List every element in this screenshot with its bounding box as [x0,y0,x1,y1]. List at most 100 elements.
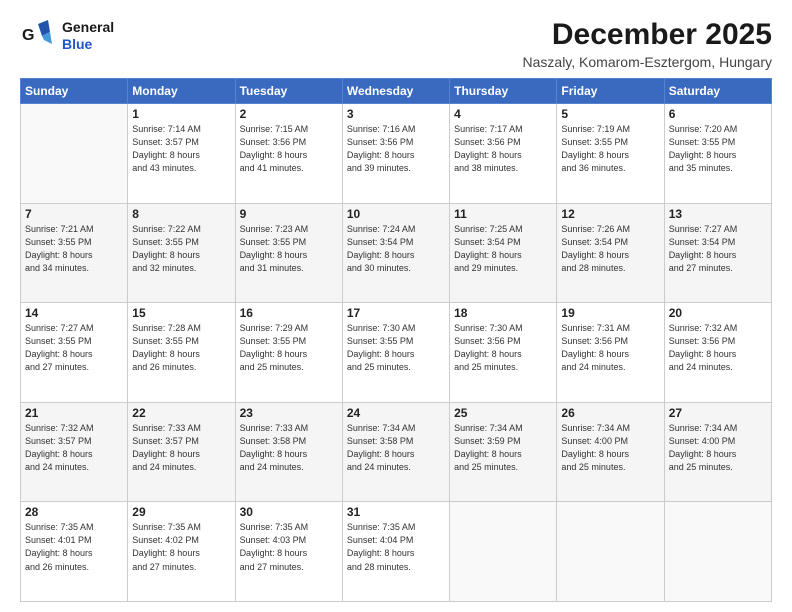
day-info: Sunrise: 7:24 AM Sunset: 3:54 PM Dayligh… [347,223,445,275]
day-cell: 19 Sunrise: 7:31 AM Sunset: 3:56 PM Dayli… [557,303,664,403]
day-number: 3 [347,107,445,121]
day-number: 15 [132,306,230,320]
day-number: 29 [132,505,230,519]
logo-icon: G [20,18,56,54]
col-header-saturday: Saturday [664,79,771,104]
calendar-table: SundayMondayTuesdayWednesdayThursdayFrid… [20,78,772,602]
day-number: 27 [669,406,767,420]
col-header-monday: Monday [128,79,235,104]
day-info: Sunrise: 7:31 AM Sunset: 3:56 PM Dayligh… [561,322,659,374]
day-number: 17 [347,306,445,320]
day-cell: 17Sunrise: 7:30 AM Sunset: 3:55 PM Dayli… [342,303,449,403]
col-header-friday: Friday [557,79,664,104]
day-info: Sunrise: 7:15 AM Sunset: 3:56 PM Dayligh… [240,123,338,175]
day-info: Sunrise: 7:35 AM Sunset: 4:01 PM Dayligh… [25,521,123,573]
day-number: 5 [561,107,659,121]
day-cell: 26 Sunrise: 7:34 AM Sunset: 4:00 PM Dayli… [557,402,664,502]
day-info: Sunrise: 7:32 AM Sunset: 3:56 PM Dayligh… [669,322,767,374]
day-cell: 15 Sunrise: 7:28 AM Sunset: 3:55 PM Dayli… [128,303,235,403]
day-cell: 1Sunrise: 7:14 AM Sunset: 3:57 PM Daylig… [128,104,235,204]
day-info: Sunrise: 7:33 AM Sunset: 3:57 PM Dayligh… [132,422,230,474]
main-title: December 2025 [523,18,772,52]
day-number: 9 [240,207,338,221]
day-cell: 3 Sunrise: 7:16 AM Sunset: 3:56 PM Daylig… [342,104,449,204]
day-number: 30 [240,505,338,519]
day-cell: 21Sunrise: 7:32 AM Sunset: 3:57 PM Dayli… [21,402,128,502]
day-cell: 23 Sunrise: 7:33 AM Sunset: 3:58 PM Dayli… [235,402,342,502]
day-number: 20 [669,306,767,320]
day-info: Sunrise: 7:28 AM Sunset: 3:55 PM Dayligh… [132,322,230,374]
day-info: Sunrise: 7:34 AM Sunset: 3:59 PM Dayligh… [454,422,552,474]
day-cell: 14Sunrise: 7:27 AM Sunset: 3:55 PM Dayli… [21,303,128,403]
day-cell: 5 Sunrise: 7:19 AM Sunset: 3:55 PM Daylig… [557,104,664,204]
day-info: Sunrise: 7:35 AM Sunset: 4:02 PM Dayligh… [132,521,230,573]
day-cell: 28 Sunrise: 7:35 AM Sunset: 4:01 PM Dayli… [21,502,128,602]
day-number: 22 [132,406,230,420]
day-cell: 27 Sunrise: 7:34 AM Sunset: 4:00 PM Dayli… [664,402,771,502]
day-number: 19 [561,306,659,320]
day-info: Sunrise: 7:19 AM Sunset: 3:55 PM Dayligh… [561,123,659,175]
day-info: Sunrise: 7:33 AM Sunset: 3:58 PM Dayligh… [240,422,338,474]
calendar-header-row: SundayMondayTuesdayWednesdayThursdayFrid… [21,79,772,104]
week-row-4: 28 Sunrise: 7:35 AM Sunset: 4:01 PM Dayli… [21,502,772,602]
header: G General Blue December 2025 Naszaly, Ko… [20,18,772,70]
day-info: Sunrise: 7:34 AM Sunset: 4:00 PM Dayligh… [561,422,659,474]
day-cell [664,502,771,602]
day-number: 16 [240,306,338,320]
day-number: 31 [347,505,445,519]
day-info: Sunrise: 7:30 AM Sunset: 3:56 PM Dayligh… [454,322,552,374]
day-cell: 29 Sunrise: 7:35 AM Sunset: 4:02 PM Dayli… [128,502,235,602]
day-number: 10 [347,207,445,221]
day-number: 4 [454,107,552,121]
day-info: Sunrise: 7:27 AM Sunset: 3:54 PM Dayligh… [669,223,767,275]
day-cell: 22 Sunrise: 7:33 AM Sunset: 3:57 PM Dayli… [128,402,235,502]
day-cell [450,502,557,602]
day-cell [21,104,128,204]
day-cell: 8Sunrise: 7:22 AM Sunset: 3:55 PM Daylig… [128,203,235,303]
logo-text: General Blue [62,19,114,53]
day-info: Sunrise: 7:25 AM Sunset: 3:54 PM Dayligh… [454,223,552,275]
day-cell: 6Sunrise: 7:20 AM Sunset: 3:55 PM Daylig… [664,104,771,204]
day-cell: 12Sunrise: 7:26 AM Sunset: 3:54 PM Dayli… [557,203,664,303]
week-row-2: 14Sunrise: 7:27 AM Sunset: 3:55 PM Dayli… [21,303,772,403]
day-cell: 25 Sunrise: 7:34 AM Sunset: 3:59 PM Dayli… [450,402,557,502]
logo: G General Blue [20,18,114,54]
day-number: 18 [454,306,552,320]
day-info: Sunrise: 7:16 AM Sunset: 3:56 PM Dayligh… [347,123,445,175]
logo-line2: Blue [62,36,114,53]
week-row-0: 1Sunrise: 7:14 AM Sunset: 3:57 PM Daylig… [21,104,772,204]
subtitle: Naszaly, Komarom-Esztergom, Hungary [523,54,772,70]
day-info: Sunrise: 7:32 AM Sunset: 3:57 PM Dayligh… [25,422,123,474]
day-number: 14 [25,306,123,320]
day-number: 25 [454,406,552,420]
day-cell: 4Sunrise: 7:17 AM Sunset: 3:56 PM Daylig… [450,104,557,204]
day-info: Sunrise: 7:35 AM Sunset: 4:03 PM Dayligh… [240,521,338,573]
day-number: 23 [240,406,338,420]
day-info: Sunrise: 7:23 AM Sunset: 3:55 PM Dayligh… [240,223,338,275]
day-cell: 13Sunrise: 7:27 AM Sunset: 3:54 PM Dayli… [664,203,771,303]
day-info: Sunrise: 7:35 AM Sunset: 4:04 PM Dayligh… [347,521,445,573]
svg-text:G: G [22,27,34,44]
day-number: 28 [25,505,123,519]
day-info: Sunrise: 7:34 AM Sunset: 3:58 PM Dayligh… [347,422,445,474]
day-cell: 7 Sunrise: 7:21 AM Sunset: 3:55 PM Daylig… [21,203,128,303]
day-cell: 20 Sunrise: 7:32 AM Sunset: 3:56 PM Dayli… [664,303,771,403]
day-cell: 2 Sunrise: 7:15 AM Sunset: 3:56 PM Daylig… [235,104,342,204]
day-cell: 10 Sunrise: 7:24 AM Sunset: 3:54 PM Dayli… [342,203,449,303]
day-number: 2 [240,107,338,121]
day-info: Sunrise: 7:34 AM Sunset: 4:00 PM Dayligh… [669,422,767,474]
page: G General Blue December 2025 Naszaly, Ko… [0,0,792,612]
day-info: Sunrise: 7:21 AM Sunset: 3:55 PM Dayligh… [25,223,123,275]
day-number: 12 [561,207,659,221]
day-cell: 31 Sunrise: 7:35 AM Sunset: 4:04 PM Dayli… [342,502,449,602]
logo-line1: General [62,19,114,36]
day-cell: 11Sunrise: 7:25 AM Sunset: 3:54 PM Dayli… [450,203,557,303]
day-number: 7 [25,207,123,221]
day-cell [557,502,664,602]
title-block: December 2025 Naszaly, Komarom-Esztergom… [523,18,772,70]
day-number: 26 [561,406,659,420]
day-cell: 18 Sunrise: 7:30 AM Sunset: 3:56 PM Dayli… [450,303,557,403]
col-header-tuesday: Tuesday [235,79,342,104]
day-cell: 9 Sunrise: 7:23 AM Sunset: 3:55 PM Daylig… [235,203,342,303]
col-header-thursday: Thursday [450,79,557,104]
